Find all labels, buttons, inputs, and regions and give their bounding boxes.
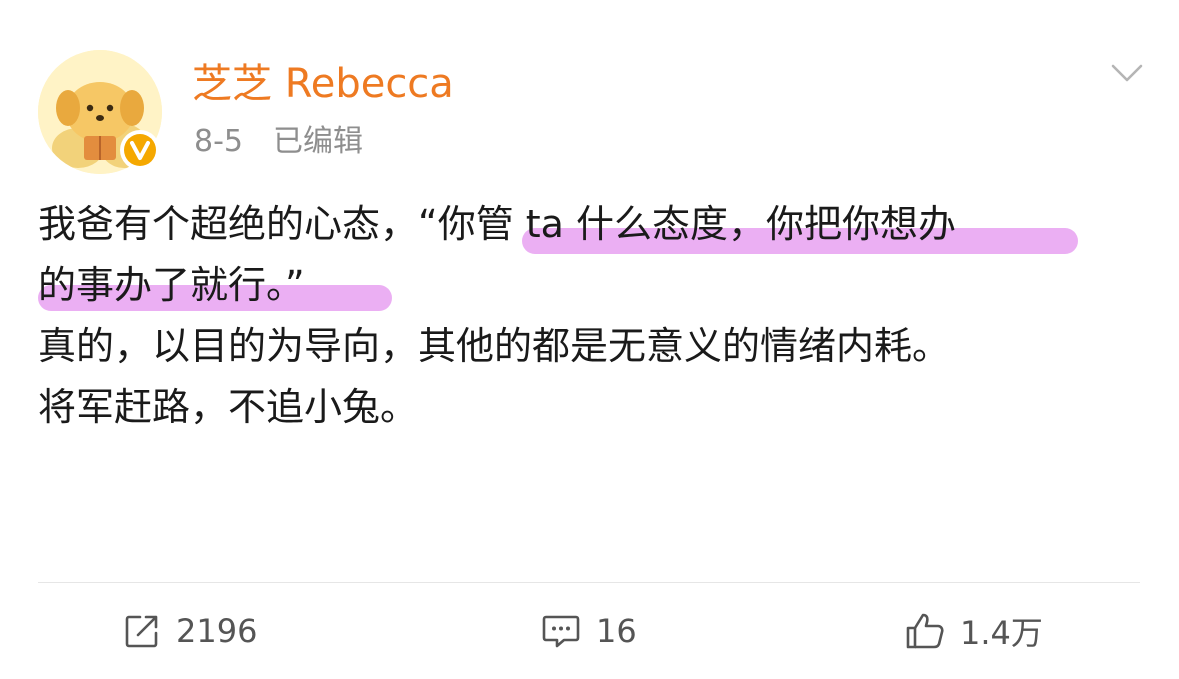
post-meta: 8-5 已编辑 [194, 120, 363, 164]
repost-button[interactable]: 2196 [122, 606, 257, 656]
thumbs-up-icon [906, 613, 944, 649]
post-line: 真的，以目的为导向，其他的都是无意义的情绪内耗。 [38, 324, 951, 368]
repost-count: 2196 [176, 612, 258, 650]
username[interactable]: 芝芝 Rebecca [192, 56, 454, 112]
edited-label[interactable]: 已编辑 [273, 124, 363, 159]
comment-button[interactable]: 16 [540, 606, 637, 656]
post-line: 的事办了就行。” [38, 255, 1148, 316]
action-bar-divider [38, 582, 1140, 583]
like-button[interactable]: 1.4万 [904, 606, 1043, 656]
chevron-down-icon[interactable] [1110, 62, 1144, 84]
comment-icon [542, 615, 580, 648]
post-date: 8-5 [194, 124, 243, 159]
post-text: 我爸有个超绝的心态，“你管 ta 什么态度，你把你想办 的事办了就行。” 真的，… [38, 194, 1148, 438]
post-line: 我爸有个超绝的心态，“你管 ta 什么态度，你把你想办 [38, 194, 1148, 255]
share-icon [125, 615, 158, 648]
comment-count: 16 [596, 612, 637, 650]
post-line: 将军赶路，不追小兔。 [38, 385, 419, 429]
verified-badge-icon [120, 130, 160, 170]
like-count: 1.4万 [960, 614, 1043, 652]
